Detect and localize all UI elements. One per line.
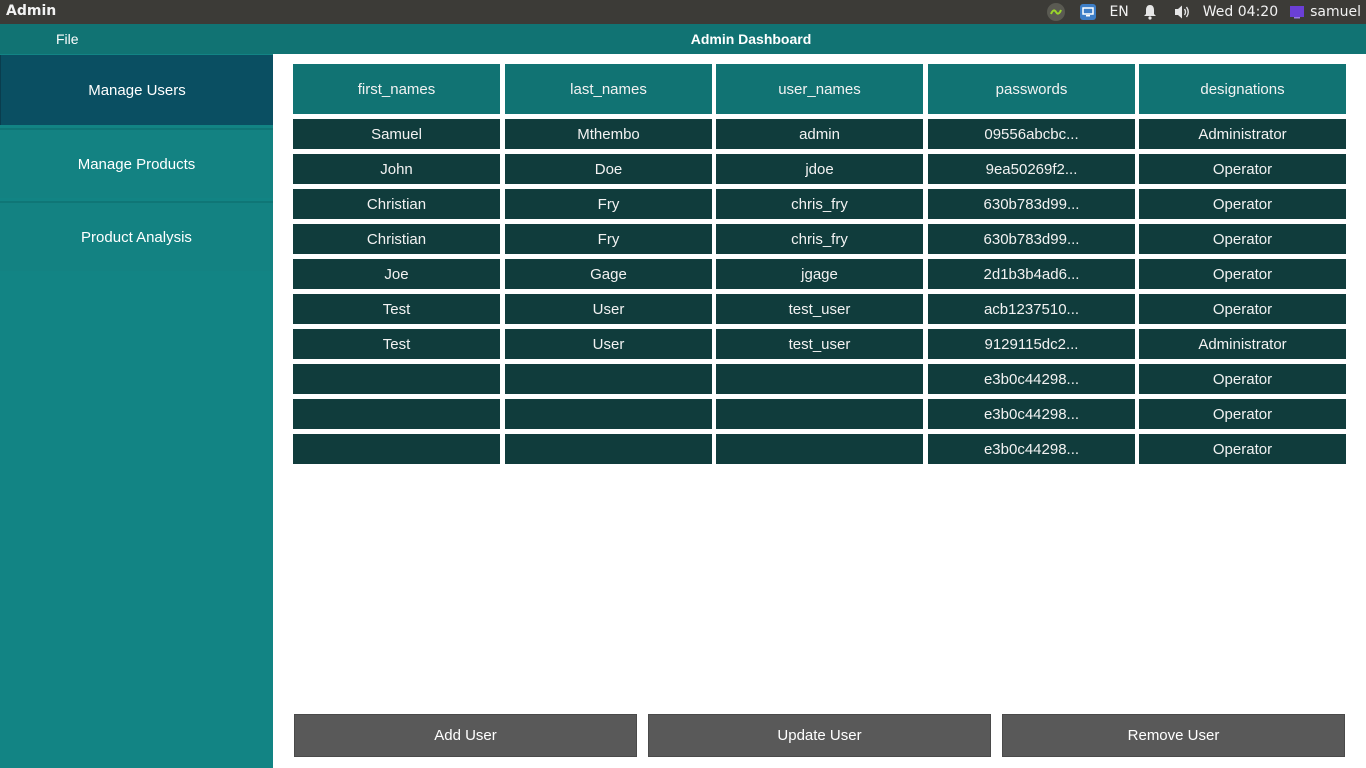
column-header-user-name[interactable]: user_names bbox=[716, 64, 923, 114]
table-cell-designation[interactable]: Operator bbox=[1139, 224, 1346, 254]
table-cell-designation[interactable]: Operator bbox=[1139, 189, 1346, 219]
clock[interactable]: Wed 04:20 bbox=[1203, 4, 1278, 20]
column-header-password[interactable]: passwords bbox=[928, 64, 1135, 114]
table-cell-password[interactable]: e3b0c44298... bbox=[928, 399, 1135, 429]
sync-icon[interactable] bbox=[1045, 0, 1067, 24]
table-cell-last-name[interactable]: Doe bbox=[505, 154, 712, 184]
table-cell-password[interactable]: 630b783d99... bbox=[928, 189, 1135, 219]
sidebar-item-product-analysis[interactable]: Product Analysis bbox=[0, 201, 273, 271]
table-cell-last-name[interactable] bbox=[505, 364, 712, 394]
sidebar-item-manage-users[interactable]: Manage Users bbox=[0, 55, 273, 125]
table-cell-user-name[interactable] bbox=[716, 399, 923, 429]
table-cell-last-name[interactable]: Gage bbox=[505, 259, 712, 289]
volume-icon[interactable] bbox=[1171, 0, 1193, 24]
sidebar: Manage Users Manage Products Product Ana… bbox=[0, 54, 273, 768]
table-cell-designation[interactable]: Operator bbox=[1139, 434, 1346, 464]
table-cell-last-name[interactable]: Fry bbox=[505, 189, 712, 219]
table-cell-first-name[interactable]: Christian bbox=[293, 224, 500, 254]
window-title: Admin Dashboard bbox=[690, 31, 812, 47]
table-cell-password[interactable]: e3b0c44298... bbox=[928, 434, 1135, 464]
table-cell-first-name[interactable]: Test bbox=[293, 329, 500, 359]
table-cell-first-name[interactable] bbox=[293, 399, 500, 429]
table-cell-designation[interactable]: Operator bbox=[1139, 399, 1346, 429]
table-cell-designation[interactable]: Operator bbox=[1139, 154, 1346, 184]
table-cell-user-name[interactable]: admin bbox=[716, 119, 923, 149]
table-cell-password[interactable]: 630b783d99... bbox=[928, 224, 1135, 254]
table-cell-first-name[interactable] bbox=[293, 434, 500, 464]
table-cell-password[interactable]: 09556abcbc... bbox=[928, 119, 1135, 149]
notification-bell-icon[interactable] bbox=[1139, 0, 1161, 24]
active-app-name: Admin bbox=[6, 3, 57, 19]
column-header-first-name[interactable]: first_names bbox=[293, 64, 500, 114]
table-cell-first-name[interactable]: Test bbox=[293, 294, 500, 324]
table-cell-last-name[interactable]: User bbox=[505, 329, 712, 359]
table-cell-user-name[interactable]: chris_fry bbox=[716, 189, 923, 219]
keyboard-language-indicator[interactable]: EN bbox=[1109, 4, 1128, 20]
session-user-name[interactable]: samuel bbox=[1310, 4, 1361, 20]
app-title-bar: File Admin Dashboard bbox=[0, 24, 1366, 54]
sidebar-item-manage-products[interactable]: Manage Products bbox=[0, 128, 273, 198]
table-cell-first-name[interactable]: Samuel bbox=[293, 119, 500, 149]
column-header-designation[interactable]: designations bbox=[1139, 64, 1346, 114]
table-cell-user-name[interactable]: jdoe bbox=[716, 154, 923, 184]
table-cell-user-name[interactable]: jgage bbox=[716, 259, 923, 289]
add-user-button[interactable]: Add User bbox=[294, 714, 637, 757]
table-cell-last-name[interactable]: User bbox=[505, 294, 712, 324]
table-cell-password[interactable]: 9ea50269f2... bbox=[928, 154, 1135, 184]
screen-share-icon[interactable] bbox=[1077, 0, 1099, 24]
table-cell-designation[interactable]: Operator bbox=[1139, 294, 1346, 324]
table-cell-last-name[interactable]: Mthembo bbox=[505, 119, 712, 149]
users-table-panel: first_names last_names user_names passwords… bbox=[273, 54, 1366, 768]
table-cell-user-name[interactable]: test_user bbox=[716, 294, 923, 324]
table-cell-designation[interactable]: Operator bbox=[1139, 364, 1346, 394]
update-user-button[interactable]: Update User bbox=[648, 714, 991, 757]
table-cell-user-name[interactable]: test_user bbox=[716, 329, 923, 359]
table-cell-designation[interactable]: Administrator bbox=[1139, 329, 1346, 359]
table-cell-designation[interactable]: Operator bbox=[1139, 259, 1346, 289]
table-cell-password[interactable]: 2d1b3b4ad6... bbox=[928, 259, 1135, 289]
table-cell-last-name[interactable] bbox=[505, 434, 712, 464]
table-cell-last-name[interactable] bbox=[505, 399, 712, 429]
table-cell-last-name[interactable]: Fry bbox=[505, 224, 712, 254]
table-cell-password[interactable]: 9129115dc2... bbox=[928, 329, 1135, 359]
table-cell-first-name[interactable] bbox=[293, 364, 500, 394]
table-cell-first-name[interactable]: John bbox=[293, 154, 500, 184]
system-tray: EN Wed 04:20 samuel bbox=[1045, 0, 1366, 24]
table-cell-first-name[interactable]: Joe bbox=[293, 259, 500, 289]
table-cell-designation[interactable]: Administrator bbox=[1139, 119, 1346, 149]
table-cell-user-name[interactable] bbox=[716, 434, 923, 464]
table-cell-password[interactable]: acb1237510... bbox=[928, 294, 1135, 324]
column-header-last-name[interactable]: last_names bbox=[505, 64, 712, 114]
system-top-panel: Admin EN Wed 04:20 samuel bbox=[0, 0, 1366, 24]
table-cell-user-name[interactable]: chris_fry bbox=[716, 224, 923, 254]
table-cell-user-name[interactable] bbox=[716, 364, 923, 394]
user-session-icon[interactable] bbox=[1288, 0, 1306, 24]
remove-user-button[interactable]: Remove User bbox=[1002, 714, 1345, 757]
table-cell-password[interactable]: e3b0c44298... bbox=[928, 364, 1135, 394]
table-cell-first-name[interactable]: Christian bbox=[293, 189, 500, 219]
